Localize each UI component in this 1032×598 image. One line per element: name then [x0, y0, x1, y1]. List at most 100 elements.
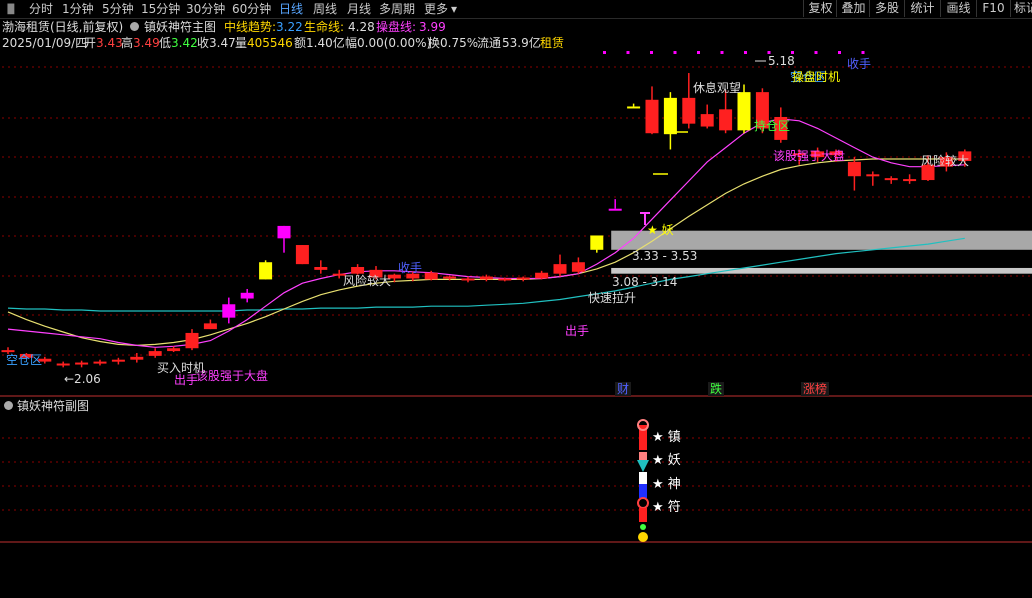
- high-value: 3.49: [133, 36, 160, 50]
- right-tab-1[interactable]: 叠加: [836, 0, 870, 17]
- high-label: 高: [121, 36, 134, 50]
- candle-body: [847, 161, 861, 177]
- candle-body: [148, 351, 162, 356]
- sub-chart: [637, 419, 649, 542]
- candle-body: [535, 272, 549, 279]
- candle-body: [38, 358, 52, 362]
- support-band: [611, 267, 1032, 274]
- tab-10[interactable]: 更多: [424, 1, 448, 17]
- candle-body: [663, 97, 677, 135]
- sub-settings-icon[interactable]: [4, 401, 13, 410]
- amount-value: 1.40亿: [306, 36, 345, 50]
- candle-body: [424, 272, 438, 280]
- top-marker: [791, 51, 794, 54]
- right-tab-0[interactable]: 复权: [803, 0, 837, 17]
- right-tab-5[interactable]: F10: [976, 0, 1010, 17]
- candle-body: [406, 273, 420, 279]
- tab-5[interactable]: 60分钟: [232, 1, 271, 17]
- sidebar-toggle-icon[interactable]: ▐▌: [4, 2, 18, 18]
- candle-body: [608, 208, 622, 211]
- annotation-rally: 快速拉升: [588, 290, 636, 305]
- top-marker: [650, 51, 653, 54]
- tab-4[interactable]: 30分钟: [186, 1, 225, 17]
- tab-7[interactable]: 周线: [313, 1, 337, 17]
- price-label-high: 5.18: [768, 54, 795, 68]
- annotation-empty-zone: 空仓区: [790, 70, 826, 84]
- annotation-rest: 休息观望: [693, 80, 741, 95]
- right-tab-2[interactable]: 多股: [869, 0, 904, 17]
- annotation-hold-zone: 持仓区: [754, 118, 790, 133]
- volume-label: 量: [235, 36, 248, 50]
- mid-trend-line: [7, 158, 965, 347]
- signal-ring: [637, 419, 649, 431]
- candle-body: [93, 361, 107, 364]
- candle-body: [719, 109, 733, 131]
- annotation-buy: 买入时机: [157, 361, 205, 375]
- candle-body: [240, 292, 254, 299]
- tab-9[interactable]: 多周期: [379, 1, 415, 17]
- float-value: 53.9亿: [502, 36, 541, 50]
- tab-6[interactable]: 日线: [279, 1, 303, 17]
- candle-body: [774, 116, 788, 140]
- candle-body: [387, 274, 401, 279]
- indicator-settings-icon[interactable]: [130, 22, 139, 31]
- life-line-value: 4.28: [348, 20, 375, 34]
- volume-value: 405546: [247, 36, 293, 50]
- mid-trend-label: 中线趋势:: [224, 20, 277, 34]
- top-marker: [767, 51, 771, 54]
- candle-body: [516, 277, 530, 280]
- annotation-risk-2: 风险较大: [921, 153, 969, 168]
- candle-body: [443, 276, 457, 279]
- signal-dot: [640, 524, 646, 530]
- candle-body: [351, 267, 365, 274]
- sub-label-2: ★ 神: [652, 477, 681, 492]
- right-tab-3[interactable]: 统计: [904, 0, 940, 17]
- annotation-stop: 收手: [847, 57, 871, 71]
- candle-body: [19, 353, 33, 358]
- badge-bg: [708, 382, 724, 396]
- annotation-empty-zone-2: 空仓区: [6, 353, 42, 367]
- annotation-timing: 操盘时机: [792, 69, 840, 84]
- top-marker: [697, 51, 700, 54]
- signal-bar-red: [639, 425, 647, 450]
- stock-name: 渤海租赁(日线,前复权): [2, 20, 124, 34]
- band-upper-label: 3.33 - 3.53: [632, 249, 697, 263]
- sub-label-0: ★ 镇: [652, 430, 681, 445]
- tab-1[interactable]: 1分钟: [62, 1, 94, 17]
- right-tab-4[interactable]: 画线: [940, 0, 976, 17]
- candle-body: [755, 92, 769, 129]
- indicator-title-row: 渤海租赁(日线,前复权) 镇妖神符主图 中线趋势: 3.22 生命线: 4.28…: [0, 19, 1032, 35]
- trade-line-value: 3.99: [419, 20, 446, 34]
- tab-3[interactable]: 15分钟: [141, 1, 180, 17]
- right-tab-6[interactable]: 标记: [1010, 0, 1032, 17]
- low-value: 3.42: [171, 36, 198, 50]
- candle-body: [737, 92, 751, 131]
- top-marker: [626, 51, 630, 54]
- tab-0[interactable]: 分时: [29, 1, 53, 17]
- annotation-strike: 出手: [174, 373, 198, 387]
- candle-body: [461, 278, 475, 281]
- signal-triangle: [637, 460, 649, 472]
- quote-row: 2025/01/09/四 开 3.43 高 3.49 低 3.42 收 3.47…: [0, 35, 1032, 51]
- candle-body: [130, 356, 144, 360]
- more-chevron-icon[interactable]: ▾: [451, 1, 457, 17]
- low-label: 低: [159, 36, 172, 50]
- price-chart[interactable]: 5.18←2.063.33 - 3.533.08 - 3.14休息观望空仓区持仓…: [0, 0, 1032, 598]
- band-lower-label: 3.08 - 3.14: [612, 275, 677, 289]
- candle-body: [590, 235, 604, 250]
- tab-8[interactable]: 月线: [347, 1, 371, 17]
- annotation-strong-2: 该股强于大盘: [196, 368, 268, 383]
- candle-body: [627, 106, 641, 109]
- price-bands: [611, 230, 1032, 274]
- indicator-lines: [7, 118, 965, 348]
- candles: [1, 73, 972, 368]
- candle-body: [921, 164, 935, 181]
- candle-body: [903, 179, 917, 182]
- signal-bar-pink: [639, 452, 647, 460]
- candle-body: [792, 153, 806, 156]
- candle-body: [203, 323, 217, 330]
- sector-name: 租赁: [540, 36, 565, 50]
- tab-2[interactable]: 5分钟: [102, 1, 134, 17]
- candle-body: [939, 157, 953, 167]
- badge-0: 财: [617, 382, 629, 396]
